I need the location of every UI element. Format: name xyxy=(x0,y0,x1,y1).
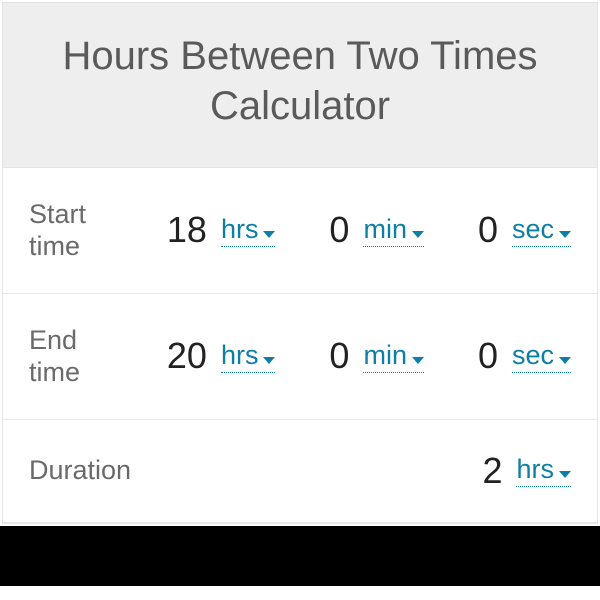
end-time-row: End time 20 hrs 0 min 0 sec xyxy=(3,294,597,420)
chevron-down-icon xyxy=(412,357,424,364)
chevron-down-icon xyxy=(559,357,571,364)
page-title: Hours Between Two Times Calculator xyxy=(23,31,577,131)
end-hrs-unit-text: hrs xyxy=(221,340,259,371)
start-min-value[interactable]: 0 xyxy=(301,209,349,251)
end-time-label: End time xyxy=(29,324,111,389)
start-sec-unit-text: sec xyxy=(512,214,554,245)
start-sec-unit-select[interactable]: sec xyxy=(512,214,571,247)
start-time-label: Start time xyxy=(29,198,111,263)
calculator-card: Hours Between Two Times Calculator Start… xyxy=(2,2,598,524)
end-min-unit-text: min xyxy=(363,340,407,371)
header: Hours Between Two Times Calculator xyxy=(3,3,597,168)
duration-label: Duration xyxy=(29,454,131,486)
start-hrs-unit-text: hrs xyxy=(221,214,259,245)
duration-unit-select[interactable]: hrs xyxy=(516,454,571,487)
chevron-down-icon xyxy=(559,471,571,478)
duration-row: Duration 2 hrs xyxy=(3,420,597,523)
start-min-unit-select[interactable]: min xyxy=(363,214,424,247)
start-time-row: Start time 18 hrs 0 min 0 sec xyxy=(3,168,597,294)
end-min-unit-select[interactable]: min xyxy=(363,340,424,373)
end-min-value[interactable]: 0 xyxy=(301,335,349,377)
end-hrs-value[interactable]: 20 xyxy=(159,335,207,377)
chevron-down-icon xyxy=(263,231,275,238)
chevron-down-icon xyxy=(559,231,571,238)
footer-bar xyxy=(0,526,600,586)
start-sec-value[interactable]: 0 xyxy=(450,209,498,251)
end-sec-unit-text: sec xyxy=(512,340,554,371)
end-sec-unit-select[interactable]: sec xyxy=(512,340,571,373)
end-sec-value[interactable]: 0 xyxy=(450,335,498,377)
duration-value: 2 xyxy=(454,450,502,492)
start-min-unit-text: min xyxy=(363,214,407,245)
chevron-down-icon xyxy=(263,357,275,364)
chevron-down-icon xyxy=(412,231,424,238)
start-hrs-value[interactable]: 18 xyxy=(159,209,207,251)
start-hrs-unit-select[interactable]: hrs xyxy=(221,214,276,247)
duration-unit-text: hrs xyxy=(516,454,554,485)
end-hrs-unit-select[interactable]: hrs xyxy=(221,340,276,373)
